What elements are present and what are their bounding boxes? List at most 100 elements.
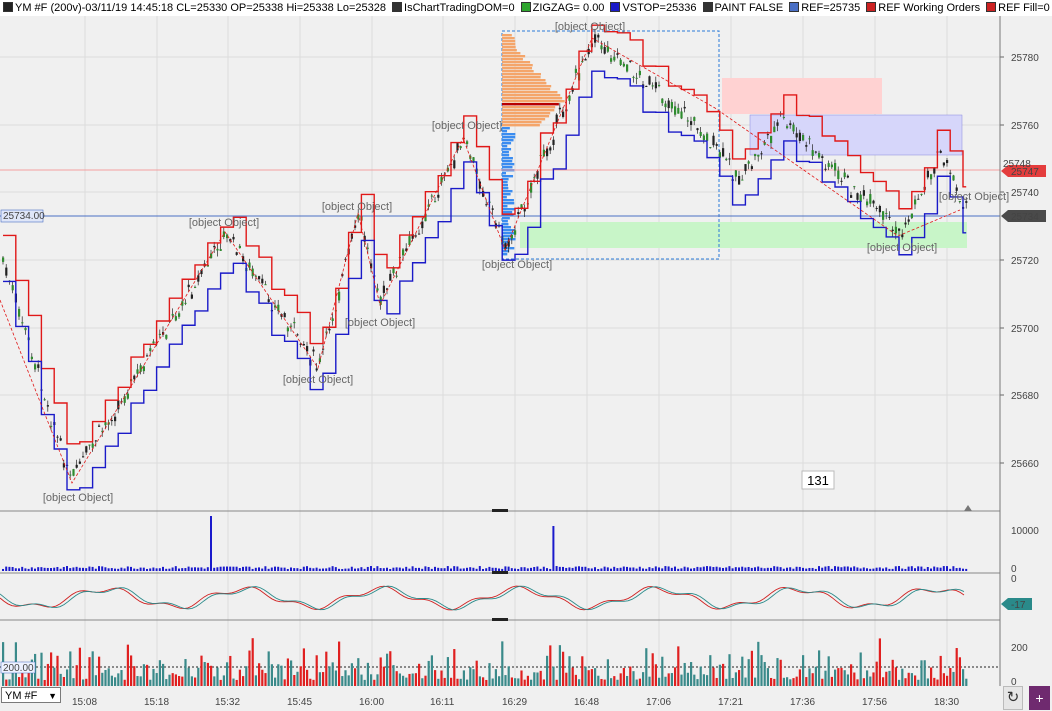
delta-bar [56, 656, 58, 686]
volume-bar [284, 568, 286, 571]
candle [85, 446, 87, 452]
symbol-selector[interactable]: YM #F▼ [1, 687, 61, 703]
delta-bar [108, 668, 110, 686]
delta-bar [348, 675, 350, 686]
volume-bar [639, 567, 641, 571]
delta-bar [178, 676, 180, 686]
volume-bar [604, 567, 606, 571]
price-tick: 25780 [1011, 53, 1039, 64]
delta-bar [194, 678, 196, 686]
volume-bar [629, 568, 631, 571]
delta-bar [501, 641, 503, 686]
delta-bar [546, 656, 548, 686]
volume-bar [709, 566, 711, 571]
candle [882, 211, 884, 220]
volume-bar [716, 567, 718, 571]
delta-bar [498, 676, 500, 686]
volume-bar [568, 567, 570, 571]
candle [805, 145, 807, 147]
candle [687, 120, 689, 121]
candle [927, 171, 929, 178]
volume-bar [120, 568, 122, 571]
volume-bar [712, 567, 714, 571]
delta-bar [687, 673, 689, 686]
candle [261, 279, 263, 284]
candle [888, 217, 890, 218]
candle [172, 314, 174, 316]
candle [98, 426, 100, 427]
delta-bar [559, 645, 561, 686]
delta-bar [904, 678, 906, 686]
delta-bar [815, 667, 817, 686]
volume-bar [908, 567, 910, 571]
delta-bar [581, 656, 583, 686]
delta-bar [952, 672, 954, 686]
volume-bar [623, 567, 625, 571]
candle [104, 422, 106, 425]
volume-bar [757, 567, 759, 571]
delta-bar [876, 662, 878, 686]
delta-bar [280, 666, 282, 686]
candle [716, 144, 718, 146]
delta-bar [613, 676, 615, 686]
volume-bar [485, 568, 487, 571]
volume-bar [216, 567, 218, 571]
volume-bar [40, 567, 42, 571]
candle [517, 212, 519, 214]
volume-bar [946, 566, 948, 571]
candle [722, 148, 724, 156]
volume-bar [664, 566, 666, 571]
volume-bar [546, 568, 548, 571]
volume-bar [101, 566, 103, 571]
add-button[interactable]: + [1029, 686, 1050, 710]
volume-bar [18, 568, 20, 571]
delta-bar [290, 660, 292, 686]
candle [898, 229, 900, 231]
chart-area[interactable]: [object Object][object Object][object Ob… [0, 16, 1052, 686]
candle [232, 237, 234, 239]
volume-bar [552, 526, 554, 571]
delta-bar [828, 656, 830, 686]
volume-bar [130, 567, 132, 571]
candle [869, 194, 871, 204]
volume-bar [277, 567, 279, 571]
volume-bar [223, 567, 225, 571]
delta-bar [901, 669, 903, 686]
candle [863, 190, 865, 196]
volume-bar [63, 567, 65, 571]
symbol-selector-value: YM #F [5, 690, 37, 702]
delta-bar [396, 671, 398, 686]
volume-bar [616, 568, 618, 571]
legend-item: REF Working Orders [863, 0, 980, 16]
delta-bar [460, 679, 462, 686]
legend-swatch [986, 2, 996, 12]
candle [284, 313, 286, 317]
candle [549, 147, 551, 150]
candle [757, 155, 759, 157]
refresh-button[interactable]: ↻ [1003, 686, 1023, 710]
volume-bar [412, 566, 414, 571]
volume-bar [892, 569, 894, 571]
legend-item: PAINT FALSE [700, 0, 784, 16]
volume-bar [748, 567, 750, 571]
volume-bar [786, 568, 788, 571]
candle [69, 475, 71, 476]
delta-bar [216, 668, 218, 686]
volume-bar [312, 568, 314, 571]
volume-bar [652, 568, 654, 571]
volume-bar [396, 567, 398, 571]
volume-bar [469, 567, 471, 571]
volume-bar [818, 566, 820, 571]
volume-bar [354, 569, 356, 571]
delta-bar [511, 677, 513, 686]
volume-bar [927, 567, 929, 571]
delta-bar [184, 659, 186, 686]
candle [165, 335, 167, 339]
legend-item: YM #F (200v)-03/11/19 14:45:18 CL=25330 … [0, 0, 386, 16]
candle [383, 286, 385, 293]
candle [72, 469, 74, 476]
candle [216, 249, 218, 251]
volume-bar [210, 516, 212, 571]
delta-bar [930, 668, 932, 686]
volume-bar [844, 566, 846, 571]
